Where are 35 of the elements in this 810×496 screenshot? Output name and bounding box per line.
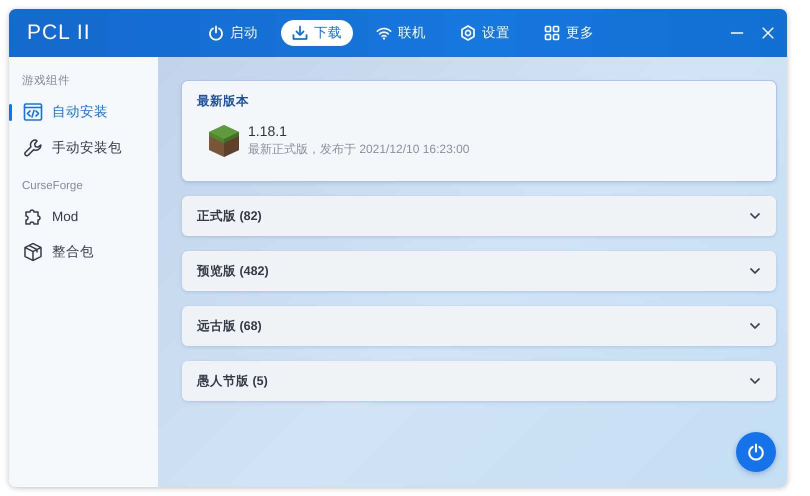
nav-tab[interactable]: 设置: [449, 20, 521, 46]
code-window-icon: [23, 102, 43, 122]
sidebar-item[interactable]: 整合包: [9, 234, 158, 270]
box-icon: [23, 242, 43, 262]
sidebar-item[interactable]: Mod: [9, 198, 158, 234]
settings-icon: [460, 25, 476, 41]
category-label: 正式版 (82): [197, 208, 262, 224]
category-label: 愚人节版 (5): [197, 372, 268, 390]
version-category[interactable]: 预览版 (482): [182, 251, 776, 291]
category-label: 远古版 (68): [197, 318, 262, 334]
sidebar-item[interactable]: 手动安装包: [9, 130, 158, 166]
app-title: PCL II: [27, 21, 92, 45]
power-icon: [747, 443, 765, 461]
power-icon: [208, 25, 224, 41]
nav-tab[interactable]: 联机: [365, 20, 437, 46]
version-description: 最新正式版，发布于 2021/12/10 16:23:00: [248, 141, 470, 158]
section-heading: 游戏组件: [21, 74, 71, 88]
nav-tab[interactable]: 启动: [197, 20, 269, 46]
section-heading: CurseForge: [21, 180, 84, 192]
version-category[interactable]: 正式版 (82): [182, 196, 776, 236]
download-icon: [292, 25, 308, 41]
nav-tab[interactable]: 更多: [533, 20, 605, 46]
version-number: 1.18.1: [248, 123, 288, 139]
wrench-icon: [23, 138, 43, 158]
grass-block-icon: [208, 124, 240, 158]
version-category[interactable]: 远古版 (68): [182, 306, 776, 346]
launch-button[interactable]: [736, 432, 776, 472]
category-label: 预览版 (482): [197, 262, 269, 280]
sidebar-item[interactable]: 自动安装: [9, 94, 158, 130]
wifi-icon: [376, 25, 392, 41]
grid-icon: [544, 25, 560, 41]
close-icon[interactable]: [761, 26, 775, 40]
version-category[interactable]: 愚人节版 (5): [182, 361, 776, 401]
card-title: 最新版本: [197, 93, 250, 110]
nav-tab[interactable]: 下载: [281, 20, 353, 46]
